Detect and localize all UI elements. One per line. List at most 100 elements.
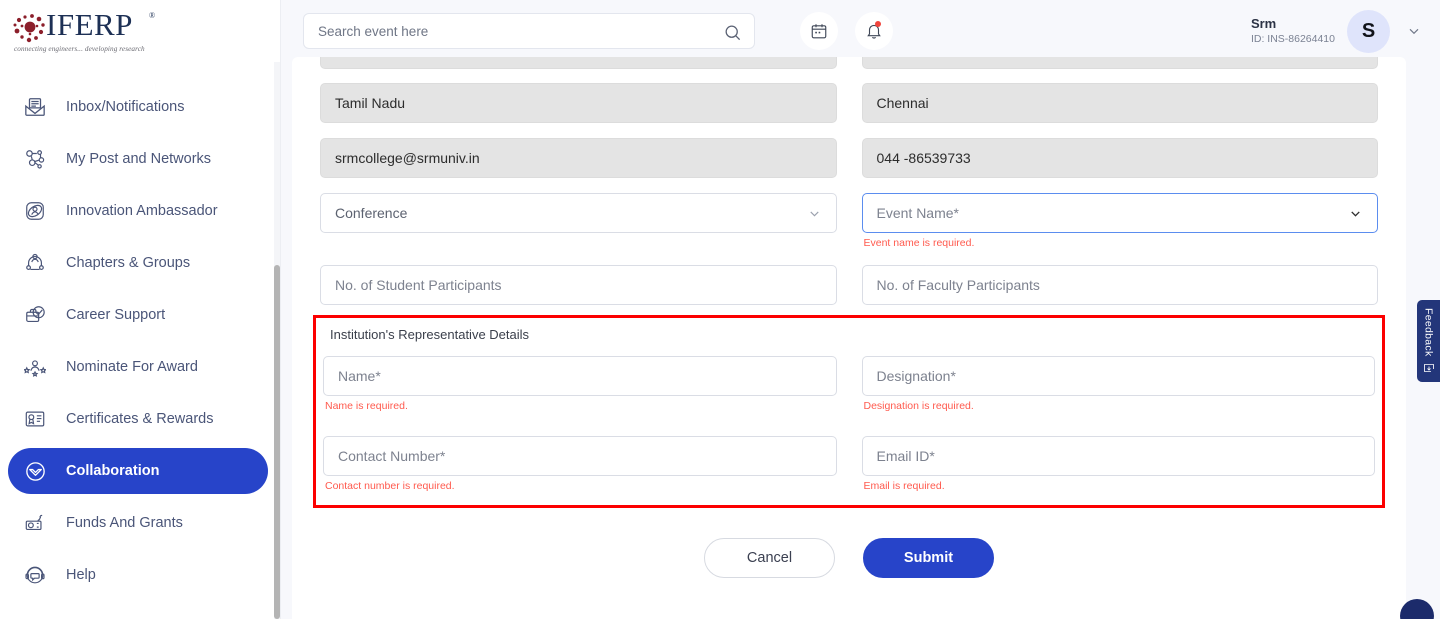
chat-bubble-icon[interactable] xyxy=(1400,599,1434,619)
sidebar-scrollbar-thumb[interactable] xyxy=(274,265,280,619)
feedback-form-icon xyxy=(1423,362,1435,374)
chevron-down-icon xyxy=(807,206,822,221)
student-participants-input[interactable]: No. of Student Participants xyxy=(320,265,837,305)
inbox-envelope-icon xyxy=(18,92,52,122)
feedback-label: Feedback xyxy=(1423,308,1435,357)
iferp-mark-icon xyxy=(12,13,48,45)
sidebar-item-label: Certificates & Rewards xyxy=(66,411,213,427)
user-profile[interactable]: Srm ID: INS-86264410 S xyxy=(1251,10,1422,53)
sidebar-item-label: Innovation Ambassador xyxy=(66,203,218,219)
sidebar-item-label: Chapters & Groups xyxy=(66,255,190,271)
notifications-button[interactable] xyxy=(855,12,893,50)
rep-email-error: Email is required. xyxy=(864,479,1376,493)
collaboration-form-card: Tamil Nadu Chennai srmcollege@srmuniv.in… xyxy=(292,57,1406,619)
email-phone-row: srmcollege@srmuniv.in 044 -86539733 xyxy=(320,138,1378,178)
clipped-input-left[interactable] xyxy=(320,57,837,69)
notification-badge-dot xyxy=(875,21,881,27)
clipped-field-left xyxy=(320,57,837,69)
event-name-error: Event name is required. xyxy=(864,236,1379,250)
representative-row-2: Contact Number* Contact number is requir… xyxy=(323,436,1375,493)
rep-contact-field: Contact Number* Contact number is requir… xyxy=(323,436,837,493)
event-type-field: Conference xyxy=(320,193,837,250)
clipped-input-right[interactable] xyxy=(862,57,1379,69)
brand-logo[interactable]: IFERP ® connecting engineers... developi… xyxy=(0,0,280,62)
sidebar-scrollbar-track[interactable] xyxy=(274,62,280,619)
rep-designation-field: Designation* Designation is required. xyxy=(862,356,1376,413)
representative-row-1: Name* Name is required. Designation* Des… xyxy=(323,356,1375,413)
top-header: Search event here xyxy=(281,0,1440,62)
calendar-button[interactable] xyxy=(800,12,838,50)
rep-name-field: Name* Name is required. xyxy=(323,356,837,413)
sidebar-item-innovation-ambassador[interactable]: Innovation Ambassador xyxy=(8,188,268,234)
representative-section-title: Institution's Representative Details xyxy=(330,327,1375,342)
faculty-participants-field: No. of Faculty Participants xyxy=(862,265,1379,305)
career-briefcase-icon xyxy=(18,300,52,330)
rep-contact-input[interactable]: Contact Number* xyxy=(323,436,837,476)
rep-email-input[interactable]: Email ID* xyxy=(862,436,1376,476)
avatar[interactable]: S xyxy=(1347,10,1390,53)
award-nominate-icon xyxy=(18,352,52,382)
state-city-row: Tamil Nadu Chennai xyxy=(320,83,1378,123)
sidebar-item-certificates-and-rewards[interactable]: Certificates & Rewards xyxy=(8,396,268,442)
event-type-select[interactable]: Conference xyxy=(320,193,837,233)
sidebar-item-nominate-for-award[interactable]: Nominate For Award xyxy=(8,344,268,390)
sidebar-item-label: Collaboration xyxy=(66,463,159,479)
user-info: Srm ID: INS-86264410 xyxy=(1251,16,1335,47)
sidebar-item-my-post-and-networks[interactable]: My Post and Networks xyxy=(8,136,268,182)
clipped-field-right xyxy=(862,57,1379,69)
certificate-icon xyxy=(18,404,52,434)
sidebar-item-funds-and-grants[interactable]: Funds And Grants xyxy=(8,500,268,546)
search-icon[interactable] xyxy=(723,23,742,42)
event-name-field: Event Name* Event name is required. xyxy=(862,193,1379,250)
sidebar: IFERP ® connecting engineers... developi… xyxy=(0,0,281,619)
state-field: Tamil Nadu xyxy=(320,83,837,123)
form-actions: Cancel Submit xyxy=(320,538,1378,578)
feedback-tab[interactable]: Feedback xyxy=(1417,300,1440,382)
representative-details-section: Institution's Representative Details Nam… xyxy=(313,315,1385,508)
rep-name-error: Name is required. xyxy=(325,399,837,413)
search-placeholder: Search event here xyxy=(318,24,428,39)
sidebar-item-label: Career Support xyxy=(66,307,165,323)
clipped-top-row xyxy=(320,57,1378,69)
chapters-group-icon xyxy=(18,248,52,278)
rep-contact-error: Contact number is required. xyxy=(325,479,837,493)
email-input[interactable]: srmcollege@srmuniv.in xyxy=(320,138,837,178)
event-request-form: Tamil Nadu Chennai srmcollege@srmuniv.in… xyxy=(292,57,1406,578)
rep-designation-error: Designation is required. xyxy=(864,399,1376,413)
phone-input[interactable]: 044 -86539733 xyxy=(862,138,1379,178)
sidebar-item-label: My Post and Networks xyxy=(66,151,211,167)
rep-email-field: Email ID* Email is required. xyxy=(862,436,1376,493)
brand-wordmark: IFERP xyxy=(46,7,133,43)
sidebar-item-help[interactable]: Help xyxy=(8,552,268,598)
chevron-down-icon[interactable] xyxy=(1406,23,1422,39)
sidebar-item-chapters-and-groups[interactable]: Chapters & Groups xyxy=(8,240,268,286)
event-name-select[interactable]: Event Name* xyxy=(862,193,1379,233)
rep-designation-input[interactable]: Designation* xyxy=(862,356,1376,396)
state-input[interactable]: Tamil Nadu xyxy=(320,83,837,123)
phone-field: 044 -86539733 xyxy=(862,138,1379,178)
brand-tagline-part2: developing research xyxy=(85,45,145,53)
sidebar-item-label: Funds And Grants xyxy=(66,515,183,531)
help-headset-icon xyxy=(18,560,52,590)
network-nodes-icon xyxy=(18,144,52,174)
submit-button[interactable]: Submit xyxy=(863,538,994,578)
student-participants-field: No. of Student Participants xyxy=(320,265,837,305)
cancel-button[interactable]: Cancel xyxy=(704,538,835,578)
user-name: Srm xyxy=(1251,16,1335,32)
app-root: IFERP ® connecting engineers... developi… xyxy=(0,0,1440,619)
ambassador-badge-icon xyxy=(18,196,52,226)
brand-registered-mark: ® xyxy=(149,11,155,20)
sidebar-item-collaboration[interactable]: Collaboration xyxy=(8,448,268,494)
sidebar-item-label: Nominate For Award xyxy=(66,359,198,375)
sidebar-item-label: Inbox/Notifications xyxy=(66,99,184,115)
rep-name-input[interactable]: Name* xyxy=(323,356,837,396)
chevron-down-icon xyxy=(1348,206,1363,221)
city-input[interactable]: Chennai xyxy=(862,83,1379,123)
brand-tagline: connecting engineers... developing resea… xyxy=(14,45,145,53)
sidebar-item-inbox-notifications[interactable]: Inbox/Notifications xyxy=(8,84,268,130)
search-input[interactable]: Search event here xyxy=(303,13,755,49)
event-type-name-row: Conference Event Name* xyxy=(320,193,1378,250)
sidebar-item-career-support[interactable]: Career Support xyxy=(8,292,268,338)
faculty-participants-input[interactable]: No. of Faculty Participants xyxy=(862,265,1379,305)
city-field: Chennai xyxy=(862,83,1379,123)
